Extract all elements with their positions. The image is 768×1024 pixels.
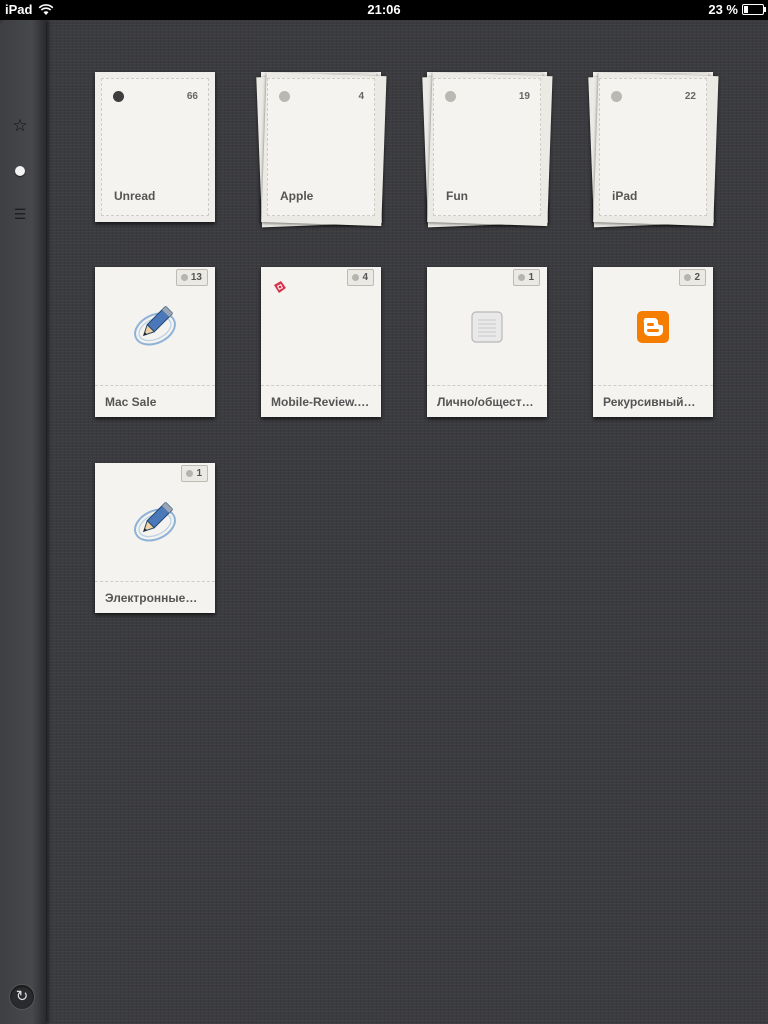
group-count: 22 (684, 91, 696, 102)
badge-count: 13 (190, 272, 202, 283)
blogger-icon (637, 311, 669, 343)
badge-count: 2 (694, 272, 700, 283)
feed-card-rekursivny[interactable]: 2 Рекурсивный… (593, 267, 713, 417)
battery-percent: 23 % (708, 2, 738, 17)
group-card-ipad[interactable]: 22 iPad (593, 72, 713, 222)
unread-dot-icon[interactable] (0, 164, 40, 180)
card-face: 4 Apple (267, 78, 375, 216)
feed-title: Mac Sale (105, 395, 157, 409)
card-face: 66 Unread (101, 78, 209, 216)
group-count: 4 (358, 91, 364, 102)
menu-icon[interactable]: ☰ (0, 206, 40, 222)
group-title: Unread (114, 189, 156, 203)
clock: 21:06 (367, 2, 401, 17)
unread-dot (113, 91, 124, 102)
divider (95, 581, 215, 582)
group-title: iPad (612, 189, 638, 203)
divider (95, 385, 215, 386)
group-card-apple[interactable]: 4 Apple (261, 72, 381, 222)
feed-title: Лично/общест… (437, 395, 534, 409)
feed-card-elektronnye[interactable]: 1 Электронные… (95, 463, 215, 613)
livejournal-pencil-icon (134, 306, 176, 346)
battery-icon (742, 4, 766, 15)
status-bar: iPad 21:06 23 % (0, 0, 768, 20)
badge-count: 1 (528, 272, 534, 283)
feed-title: Электронные… (105, 591, 198, 605)
notepad-icon (471, 311, 503, 343)
group-count: 19 (518, 91, 530, 102)
badge-count: 4 (362, 272, 368, 283)
sidebar: ☆ ☰ ↻ (0, 20, 46, 1024)
group-count: 66 (186, 91, 198, 102)
group-title: Apple (280, 189, 314, 203)
group-dot (279, 91, 290, 102)
group-card-unread[interactable]: 66 Unread (95, 72, 215, 222)
unread-badge: 2 (679, 269, 706, 286)
group-title: Fun (446, 189, 468, 203)
star-icon[interactable]: ☆ (0, 117, 40, 134)
feed-card-lichno[interactable]: 1 Лично/общест… (427, 267, 547, 417)
feed-title: Рекурсивный… (603, 395, 696, 409)
mobile-review-favicon (274, 281, 286, 293)
feed-card-mobile-review[interactable]: 4 Mobile-Review.… (261, 267, 381, 417)
divider (593, 385, 713, 386)
feed-title: Mobile-Review.… (271, 395, 370, 409)
group-dot (445, 91, 456, 102)
unread-badge: 13 (175, 269, 208, 286)
badge-count: 1 (196, 468, 202, 479)
unread-badge: 1 (513, 269, 540, 286)
unread-badge: 1 (181, 465, 208, 482)
group-dot (611, 91, 622, 102)
group-card-fun[interactable]: 19 Fun (427, 72, 547, 222)
divider (261, 385, 381, 386)
unread-badge: 4 (347, 269, 374, 286)
card-face: 22 iPad (599, 78, 707, 216)
refresh-icon[interactable]: ↻ (9, 984, 35, 1010)
divider (427, 385, 547, 386)
card-face: 19 Fun (433, 78, 541, 216)
feed-card-mac-sale[interactable]: 13 Mac Sale (95, 267, 215, 417)
livejournal-pencil-icon (134, 502, 176, 542)
